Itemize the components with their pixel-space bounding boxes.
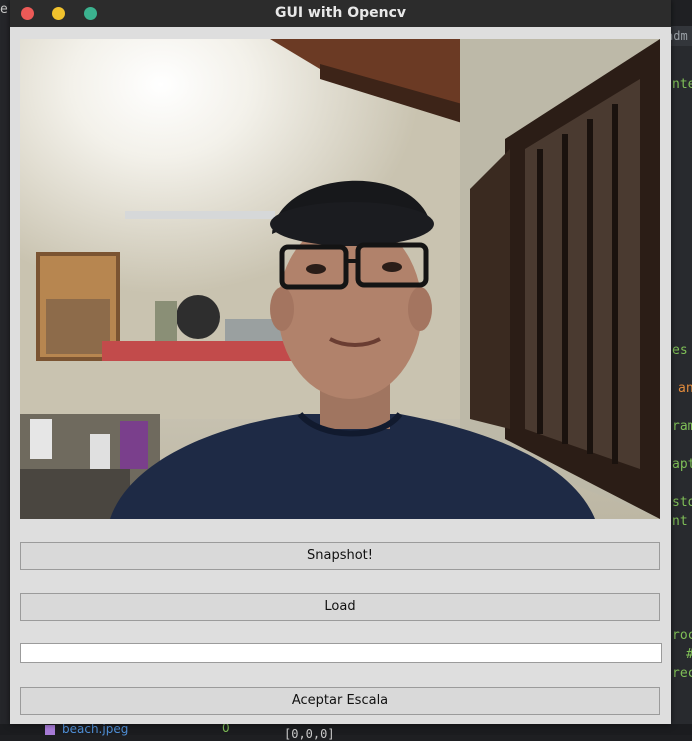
code-fragment: nter <box>672 77 692 92</box>
code-fragment: apt <box>672 457 692 472</box>
code-fragment: sto <box>672 495 692 510</box>
code-fragment: rec <box>672 666 692 681</box>
code-fragment: roc <box>672 628 692 643</box>
code-fragment: e <box>0 2 8 17</box>
accept-scale-button[interactable]: Aceptar Escala <box>20 687 660 715</box>
webcam-image <box>20 39 660 519</box>
code-fragment: [0,0,0] <box>284 727 335 741</box>
code-fragment: rame <box>672 419 692 434</box>
camera-preview <box>20 39 660 519</box>
code-fragment: es <box>672 343 688 358</box>
snapshot-button[interactable]: Snapshot! <box>20 542 660 570</box>
code-fragment: # <box>686 647 692 662</box>
load-button[interactable]: Load <box>20 593 660 621</box>
app-window: GUI with Opencv Snapshot! Load Aceptar E… <box>10 0 671 724</box>
scale-input[interactable] <box>20 643 662 663</box>
code-fragment: an <box>678 381 692 396</box>
title-bar[interactable]: GUI with Opencv <box>10 0 671 27</box>
code-fragment: nt <box>672 514 688 529</box>
explorer-file-item[interactable]: beach.jpeg <box>62 722 128 736</box>
image-file-icon <box>45 725 55 735</box>
window-title: GUI with Opencv <box>274 5 407 21</box>
